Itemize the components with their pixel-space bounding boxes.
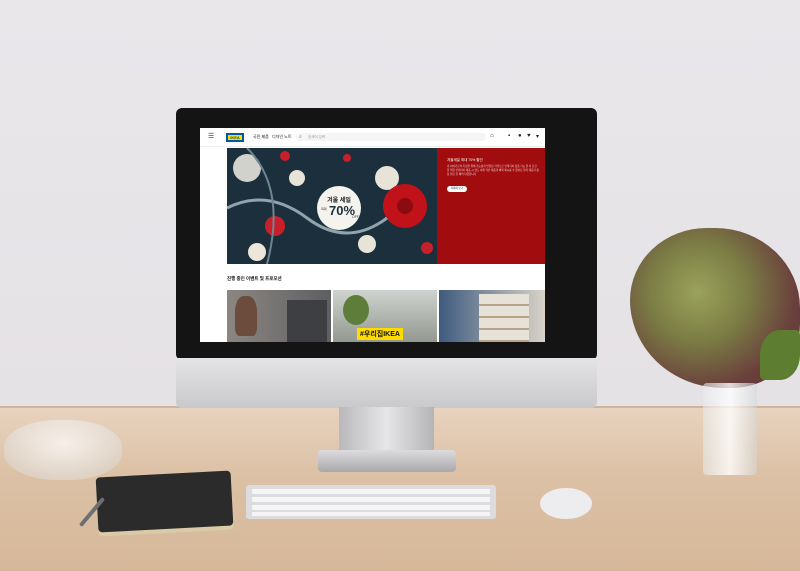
user-icon[interactable]: ● — [518, 133, 522, 139]
leaf — [760, 330, 800, 380]
hashtag-label: #우리집IKEA — [357, 328, 403, 340]
cart-icon[interactable]: ▾ — [536, 133, 539, 140]
glass-ashtray — [4, 420, 122, 480]
badge-suffix: OFF — [352, 215, 359, 219]
glass-vase — [703, 383, 757, 475]
hero-text-panel: 겨울세일 최대 70% 할인 이 이야기로의 특정을 위해 가능성과 번영된 가… — [437, 148, 545, 264]
search-placeholder: 검색어 입력 — [308, 135, 326, 139]
hero-title: 겨울세일 최대 70% 할인 — [447, 158, 483, 162]
promo-card-3[interactable] — [439, 290, 545, 342]
person-photo — [235, 296, 257, 336]
monitor-screen: ☰ IKEA 국민 제품 디자인 노트 ⌕ 검색어 입력 ⌂ ▪ ● ♥ ▾ 겨… — [200, 128, 545, 342]
promo-card-2[interactable]: #우리집IKEA — [333, 290, 437, 342]
plant-photo — [343, 295, 369, 325]
logo-text: IKEA — [228, 135, 242, 140]
monitor-stand — [339, 407, 434, 455]
sale-badge: 겨울 세일 최대 70% OFF — [317, 186, 361, 230]
site-header: ☰ IKEA 국민 제품 디자인 노트 ⌕ 검색어 입력 ⌂ ▪ ● ♥ ▾ — [200, 128, 545, 147]
hero-more-button[interactable]: 자세히 보기 — [447, 186, 467, 192]
nav-link-products[interactable]: 국민 제품 — [253, 134, 269, 140]
search-icon: ⌕ — [299, 134, 302, 140]
section-title: 진행 중인 이벤트 및 프로모션 — [227, 276, 282, 281]
monitor-chin — [176, 358, 597, 408]
room-photo — [287, 300, 327, 342]
location-icon[interactable]: ⌂ — [490, 133, 494, 139]
mouse — [540, 488, 592, 519]
hero-pattern-image[interactable]: 겨울 세일 최대 70% OFF — [227, 148, 437, 264]
menu-icon[interactable]: ☰ — [208, 132, 214, 140]
monitor-foot — [318, 450, 456, 472]
search-input[interactable]: ⌕ 검색어 입력 — [296, 133, 486, 141]
truck-icon[interactable]: ▪ — [508, 133, 510, 139]
keyboard-keys — [252, 489, 490, 516]
promo-card-1[interactable] — [227, 290, 331, 342]
keyboard — [246, 485, 496, 519]
shelf-photo — [479, 294, 529, 342]
badge-prefix: 최대 — [321, 207, 327, 211]
heart-icon[interactable]: ♥ — [527, 133, 531, 139]
notebook — [95, 470, 234, 533]
ikea-logo[interactable]: IKEA — [226, 133, 244, 142]
hero-body: 이 이야기로의 특정을 위해 가능성과 번영된 가격으로 인테리어 상품 기능 … — [447, 165, 539, 176]
nav-link-design[interactable]: 디자인 노트 — [272, 134, 292, 140]
